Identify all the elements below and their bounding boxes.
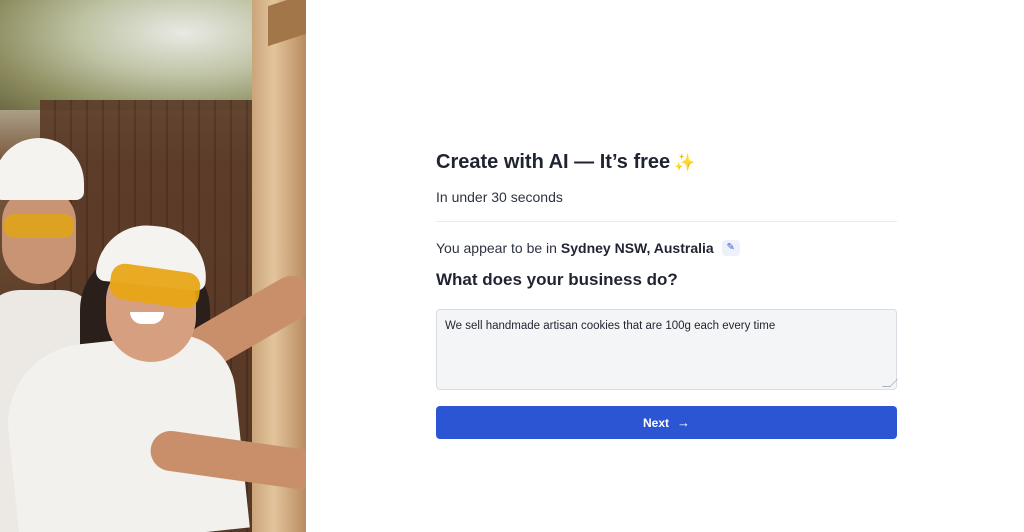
edit-location-button[interactable]: ✎ — [721, 240, 740, 256]
business-description-textarea[interactable]: We sell handmade artisan cookies that ar… — [436, 309, 898, 390]
next-button[interactable]: Next → — [436, 406, 897, 439]
arrow-right-icon: → — [677, 415, 690, 430]
resize-handle-icon[interactable] — [882, 379, 898, 387]
create-with-ai-form: Create with AI — It’s free ✨ In under 30 … — [436, 148, 898, 439]
hero-photo — [0, 0, 306, 532]
next-button-label: Next — [642, 415, 669, 430]
divider — [436, 221, 897, 222]
sparkles-icon: ✨ — [674, 153, 696, 172]
page-title-text: Create with AI — It’s free — [436, 151, 671, 173]
business-question-label: What does your business do? — [436, 270, 678, 289]
page-subtitle: In under 30 seconds — [436, 189, 563, 205]
location-value: Sydney NSW, Australia — [560, 240, 714, 256]
photo-worker-man-goggles — [4, 214, 74, 238]
location-row: You appear to be in Sydney NSW, Australi… — [436, 238, 897, 258]
page-title: Create with AI — It’s free ✨ — [436, 148, 897, 177]
location-prefix: You appear to be in — [436, 240, 557, 256]
pencil-icon: ✎ — [726, 242, 735, 253]
business-description-value: We sell handmade artisan cookies that ar… — [445, 320, 776, 332]
